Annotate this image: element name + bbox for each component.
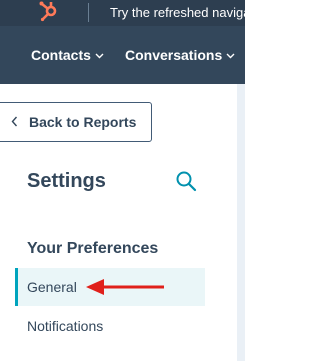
sidebar-item-label: Notifications [27, 318, 104, 334]
chevron-down-icon [226, 53, 235, 59]
red-arrow-annotation-icon [86, 277, 166, 302]
your-preferences-heading: Your Preferences [27, 240, 159, 257]
sidebar-item-label: General [27, 279, 77, 295]
settings-title: Settings [27, 170, 106, 192]
main-navigation: Contacts Conversations [0, 26, 245, 84]
nav-contacts-label: Contacts [31, 47, 91, 63]
hubspot-logo-icon[interactable] [38, 0, 64, 26]
nav-contacts-menu[interactable]: Contacts [31, 47, 104, 64]
settings-sidebar: Back to Reports Settings Your Preference… [0, 84, 245, 361]
search-icon[interactable] [175, 170, 197, 192]
active-indicator [15, 268, 18, 306]
top-bar: Try the refreshed navigation [0, 0, 245, 26]
nav-conversations-menu[interactable]: Conversations [125, 47, 235, 64]
back-to-reports-label: Back to Reports [29, 114, 137, 130]
topbar-divider [88, 3, 89, 22]
chevron-left-icon [11, 116, 18, 127]
sidebar-item-notifications[interactable]: Notifications [27, 318, 103, 335]
back-to-reports-button[interactable]: Back to Reports [0, 102, 152, 142]
scrollbar[interactable] [237, 84, 245, 361]
chevron-down-icon [95, 53, 104, 59]
nav-conversations-label: Conversations [125, 47, 223, 63]
refreshed-navigation-link[interactable]: Try the refreshed navigation [110, 5, 245, 21]
